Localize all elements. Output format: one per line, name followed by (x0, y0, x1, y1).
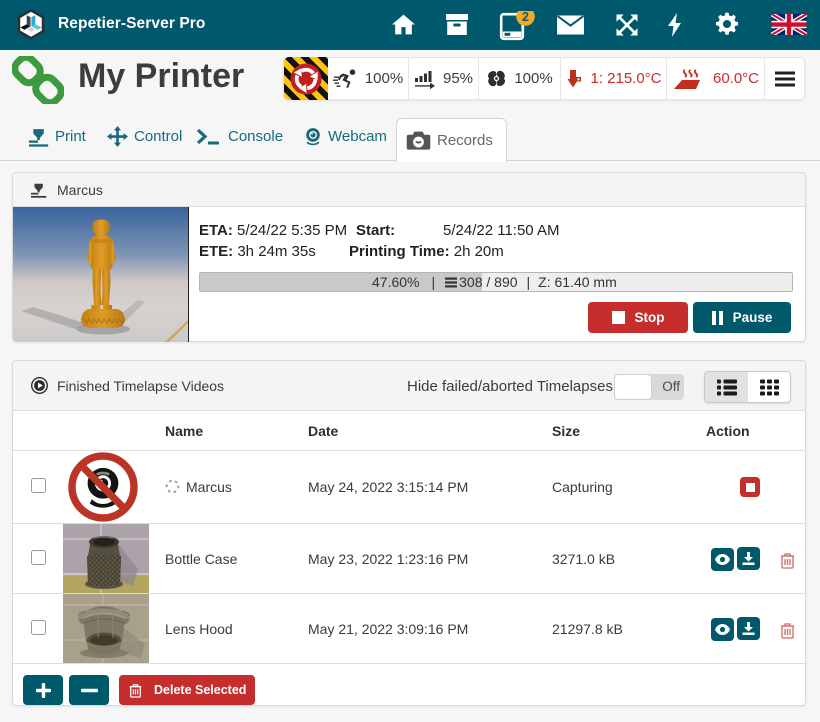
svg-text:2: 2 (522, 11, 529, 24)
